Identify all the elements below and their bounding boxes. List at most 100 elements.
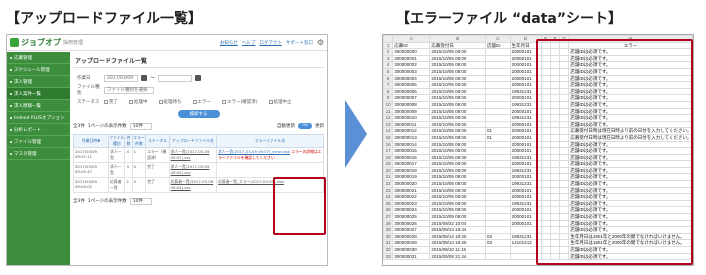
gear-icon[interactable]: ⚙ <box>317 38 324 47</box>
sheet-cell[interactable]: 2015/09/08 21:44 <box>429 252 486 261</box>
sheet-cell[interactable]: 2015/09/14 18:40 <box>429 239 486 247</box>
sheet-cell[interactable]: 300000027 <box>392 226 431 234</box>
sheet-cell[interactable]: 01 <box>484 133 511 142</box>
sheet-cell[interactable]: 2015/09/14 18:44 <box>429 226 486 234</box>
sheet-cell[interactable]: 300000004 <box>392 74 431 83</box>
sidebar-item-schedule[interactable]: スケジュール管理 <box>7 64 70 76</box>
sheet-cell[interactable] <box>484 206 511 215</box>
sidebar-item-master[interactable]: マスタ管理 <box>7 148 70 160</box>
sheet-cell[interactable]: 01 <box>484 127 511 135</box>
sheet-cell[interactable]: 2015/10/05 08:00 <box>429 81 486 89</box>
sheet-cell[interactable]: 2015/10/05 08:00 <box>429 206 486 215</box>
sidebar-item-files[interactable]: ファイル管理 <box>7 136 70 148</box>
sheet-cell[interactable]: 2015/10/05 08:00 <box>429 127 486 135</box>
row-number[interactable]: 26 <box>383 206 394 215</box>
sheet-cell[interactable] <box>484 213 511 221</box>
row-number[interactable]: 21 <box>383 173 394 182</box>
sheet-cell[interactable]: 03 <box>484 232 511 241</box>
row-number[interactable]: 30 <box>383 232 394 241</box>
date-from-input[interactable]: 2017/03/09 <box>104 74 138 82</box>
status-check-cancelled[interactable]: 処理中止 <box>268 99 292 105</box>
row-number[interactable]: 1 <box>383 41 394 50</box>
sidebar-item-indeed[interactable]: Indeed PLUSオプション <box>7 112 70 124</box>
sheet-cell[interactable]: 2015/09/14 18:40 <box>429 232 486 241</box>
sheet-cell[interactable] <box>484 173 511 182</box>
status-check-processing[interactable]: 処理中 <box>129 99 148 105</box>
sheet-cell[interactable]: 300000009 <box>392 107 431 116</box>
row-number[interactable]: 28 <box>383 219 394 228</box>
search-button[interactable]: 検索する <box>177 110 220 118</box>
sheet-cell[interactable]: 300000016 <box>392 153 431 162</box>
sheet-cell[interactable] <box>484 166 511 175</box>
sheet-cell[interactable]: 2015/10/05 08:00 <box>429 100 486 109</box>
sheet-cell[interactable]: 300000010 <box>392 114 431 122</box>
sheet-cell[interactable]: 2015/10/05 08:00 <box>429 173 486 182</box>
sheet-cell[interactable]: 2015/10/05 08:00 <box>429 114 486 122</box>
sheet-cell[interactable]: 2015/10/05 08:00 <box>429 166 486 175</box>
sheet-cell[interactable]: 2015/10/05 08:00 <box>429 74 486 83</box>
sheet-cell[interactable]: 300000007 <box>392 94 431 102</box>
sheet-cell[interactable] <box>484 140 511 149</box>
th-date[interactable]: 作業日時▼ <box>72 134 110 148</box>
sheet-cell[interactable]: 300000003 <box>392 67 431 76</box>
per-page-select[interactable]: 10件 <box>129 122 152 130</box>
sheet-cell[interactable]: 2015/10/05 08:00 <box>429 54 486 63</box>
sheet-cell[interactable]: 2015/10/05 08:00 <box>429 61 486 69</box>
sheet-cell[interactable]: 300000026 <box>392 219 431 228</box>
row-number[interactable]: 31 <box>383 239 394 247</box>
header-cell[interactable]: 応募受付日 <box>429 41 486 50</box>
sheet-cell[interactable]: 300000021 <box>392 186 431 195</box>
sheet-cell[interactable]: 2015/10/05 08:00 <box>429 153 486 162</box>
row-number[interactable]: 33 <box>383 252 394 261</box>
upload-file-link[interactable]: 求人一覧(2017-03-09 09:07).csv <box>168 147 218 163</box>
sheet-cell[interactable] <box>484 219 511 228</box>
sidebar-item-job-ads[interactable]: 求人原稿一覧 <box>7 100 70 112</box>
sheet-cell[interactable]: 2015/10/05 08:00 <box>429 94 486 102</box>
sheet-cell[interactable] <box>484 114 511 122</box>
sheet-cell[interactable] <box>484 186 511 195</box>
sheet-cell[interactable]: 2015/09/22 10:04 <box>429 219 486 228</box>
sheet-cell[interactable]: 300000008 <box>392 100 431 109</box>
refresh-button[interactable]: 更新 <box>315 123 324 129</box>
row-number[interactable]: 4 <box>383 61 394 69</box>
sheet-cell[interactable]: 300000011 <box>392 120 431 129</box>
sheet-cell[interactable]: 2015/10/05 08:00 <box>429 107 486 116</box>
sheet-cell[interactable] <box>484 246 511 254</box>
sheet-cell[interactable] <box>484 87 511 96</box>
sheet-cell[interactable] <box>484 193 511 201</box>
upload-file-link[interactable]: 求人一覧(2017-03-09 09:05).csv <box>168 162 218 178</box>
sheet-cell[interactable]: 2015/10/05 08:00 <box>429 67 486 76</box>
row-number[interactable]: 27 <box>383 213 394 221</box>
sheet-cell[interactable]: 2015/10/05 08:00 <box>429 199 486 208</box>
header-cell[interactable]: 店舗ID <box>484 41 511 50</box>
app-logo[interactable]: ジョブオプ 採用管理 <box>10 37 83 48</box>
sheet-cell[interactable] <box>484 74 511 83</box>
row-number[interactable]: 6 <box>383 74 394 83</box>
status-check-complete[interactable]: 完了 <box>104 99 118 105</box>
sheet-cell[interactable]: 300000024 <box>392 206 431 215</box>
sheet-cell[interactable] <box>484 120 511 129</box>
sheet-cell[interactable] <box>484 81 511 89</box>
sheet-cell[interactable] <box>484 226 511 234</box>
sheet-cell[interactable]: 300000017 <box>392 160 431 168</box>
sheet-cell[interactable]: 2015/10/05 08:00 <box>429 147 486 155</box>
row-number[interactable]: 19 <box>383 160 394 168</box>
sidebar-item-reports[interactable]: 分析レポート <box>7 124 70 136</box>
row-number[interactable]: 16 <box>383 140 394 149</box>
column-letter[interactable]: A <box>392 35 431 43</box>
calendar-icon[interactable] <box>141 75 147 81</box>
header-link-news[interactable]: お知らせ <box>220 40 238 46</box>
status-check-error[interactable]: エラー <box>192 99 211 105</box>
upload-file-link[interactable]: 応募者一覧(2017-03-09 09:04).csv <box>168 177 218 193</box>
sheet-cell[interactable]: 300000014 <box>392 140 431 149</box>
row-number[interactable]: 24 <box>383 193 394 201</box>
status-check-error-confirmed[interactable]: エラー(確認済) <box>222 99 258 105</box>
sheet-cell[interactable]: 300000002 <box>392 61 431 69</box>
row-number[interactable]: 2 <box>383 48 394 56</box>
sheet-cell[interactable] <box>484 252 511 261</box>
sidebar-item-jobs[interactable]: 求人管理 <box>7 76 70 88</box>
row-number[interactable]: 9 <box>383 94 394 102</box>
row-number[interactable]: 5 <box>383 67 394 76</box>
sheet-cell[interactable] <box>484 199 511 208</box>
sheet-cell[interactable]: 2015/10/05 08:00 <box>429 213 486 221</box>
